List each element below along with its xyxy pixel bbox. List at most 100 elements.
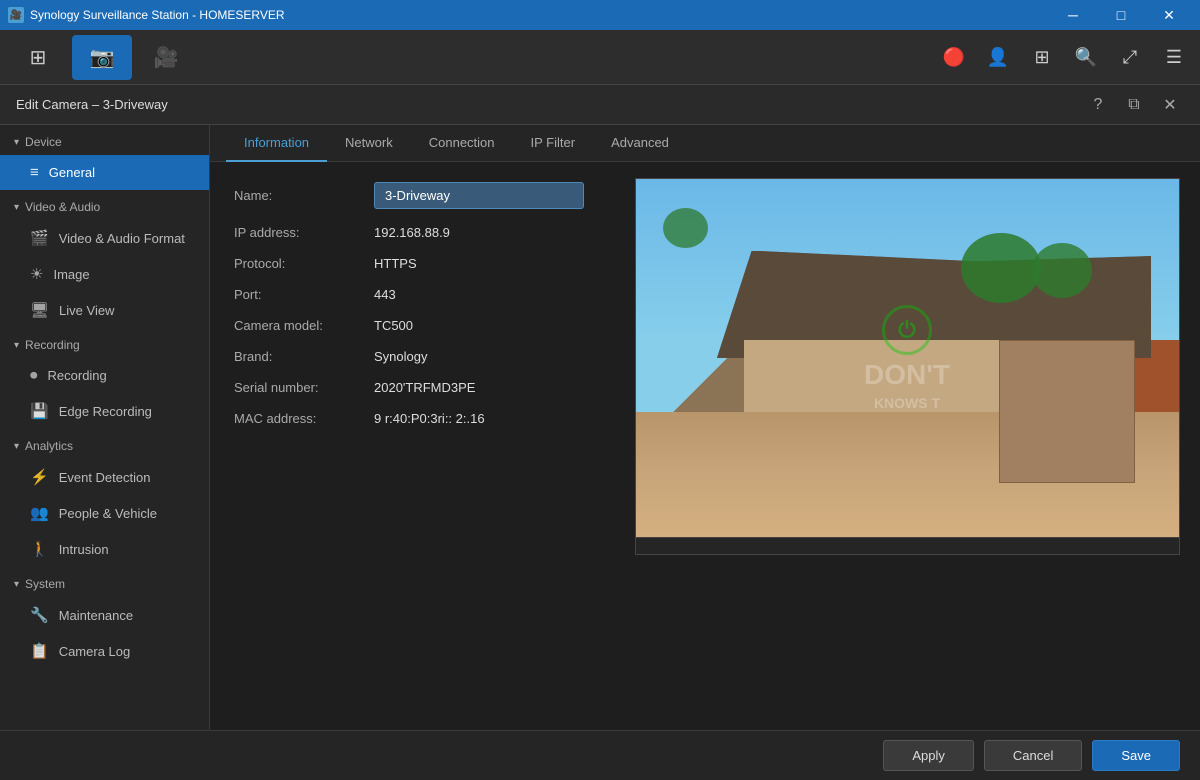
sidebar: ▾ Device ≡ General ▾ Video & Audio 🎬 Vid… bbox=[0, 125, 210, 730]
overview-icon: ⊞ bbox=[30, 45, 47, 70]
layout-button[interactable]: ⊞ bbox=[1024, 39, 1060, 75]
port-field-row: Port: 443 bbox=[234, 287, 606, 302]
camera-model-label: Camera model: bbox=[234, 318, 374, 333]
content-area: Information Network Connection IP Filter… bbox=[210, 125, 1200, 730]
sidebar-item-live-view[interactable]: 🖥 Live View bbox=[0, 292, 209, 328]
recording-section-label: Recording bbox=[25, 338, 80, 352]
protocol-value: HTTPS bbox=[374, 256, 417, 271]
mac-address-field-row: MAC address: 9 r:40:P0:3ri:: 2:.16 bbox=[234, 411, 606, 426]
sidebar-maintenance-label: Maintenance bbox=[59, 608, 133, 623]
people-vehicle-icon: 👥 bbox=[30, 504, 49, 522]
sidebar-item-video-audio-format[interactable]: 🎬 Video & Audio Format bbox=[0, 220, 209, 256]
maximize-button[interactable]: □ bbox=[1098, 0, 1144, 30]
preview-area: ⏻ DON'T KNOWS T bbox=[630, 162, 1200, 730]
titlebar-title: Synology Surveillance Station - HOMESERV… bbox=[30, 8, 285, 22]
video-audio-format-icon: 🎬 bbox=[30, 229, 49, 247]
event-detection-icon: ⚡ bbox=[30, 468, 49, 486]
sidebar-item-camera-log[interactable]: 📋 Camera Log bbox=[0, 633, 209, 669]
sidebar-section-analytics[interactable]: ▾ Analytics bbox=[0, 429, 209, 459]
camera-model-value: TC500 bbox=[374, 318, 413, 333]
intrusion-icon: 🚶 bbox=[30, 540, 49, 558]
name-field-row: Name: bbox=[234, 182, 606, 209]
account-icon: 👤 bbox=[987, 47, 1009, 68]
image-icon: ☀ bbox=[30, 265, 43, 283]
serial-number-field-row: Serial number: 2020'TRFMD3PE bbox=[234, 380, 606, 395]
tab-connection[interactable]: Connection bbox=[411, 125, 513, 162]
ip-address-value: 192.168.88.9 bbox=[374, 225, 450, 240]
sidebar-item-recording[interactable]: ⏺ Recording bbox=[0, 358, 209, 393]
toolbar: ⊞ 📷 🎥 🔴 👤 ⊞ 🔍 ⤢ ☰ bbox=[0, 30, 1200, 85]
tab-network[interactable]: Network bbox=[327, 125, 411, 162]
sidebar-section-system[interactable]: ▾ System bbox=[0, 567, 209, 597]
form-and-preview: Name: IP address: 192.168.88.9 Protocol:… bbox=[210, 162, 1200, 730]
sidebar-recording-label: Recording bbox=[48, 368, 107, 383]
search-button[interactable]: 🔍 bbox=[1068, 39, 1104, 75]
form-section: Name: IP address: 192.168.88.9 Protocol:… bbox=[210, 162, 630, 730]
name-input[interactable] bbox=[374, 182, 584, 209]
sidebar-section-video-audio[interactable]: ▾ Video & Audio bbox=[0, 190, 209, 220]
mac-address-value: 9 r:40:P0:3ri:: 2:.16 bbox=[374, 411, 485, 426]
titlebar-left: 🎥 Synology Surveillance Station - HOMESE… bbox=[8, 7, 285, 23]
sidebar-item-intrusion[interactable]: 🚶 Intrusion bbox=[0, 531, 209, 567]
recording-icon: ⏺ bbox=[30, 367, 38, 384]
sidebar-item-event-detection[interactable]: ⚡ Event Detection bbox=[0, 459, 209, 495]
ip-address-field-row: IP address: 192.168.88.9 bbox=[234, 225, 606, 240]
save-button[interactable]: Save bbox=[1092, 740, 1180, 771]
sidebar-people-vehicle-label: People & Vehicle bbox=[59, 506, 157, 521]
account-button[interactable]: 👤 bbox=[980, 39, 1016, 75]
sidebar-item-edge-recording[interactable]: 💾 Edge Recording bbox=[0, 393, 209, 429]
tab-information[interactable]: Information bbox=[226, 125, 327, 162]
search-icon: 🔍 bbox=[1075, 47, 1097, 68]
fullscreen-button[interactable]: ⤢ bbox=[1112, 39, 1148, 75]
sidebar-item-people-vehicle[interactable]: 👥 People & Vehicle bbox=[0, 495, 209, 531]
menu-icon: ☰ bbox=[1166, 47, 1182, 68]
edit-header-title: Edit Camera – 3-Driveway bbox=[16, 97, 168, 112]
serial-number-value: 2020'TRFMD3PE bbox=[374, 380, 475, 395]
sidebar-general-label: General bbox=[49, 165, 95, 180]
sidebar-intrusion-label: Intrusion bbox=[59, 542, 109, 557]
app-icon: 🎥 bbox=[8, 7, 24, 23]
titlebar-controls[interactable]: ─ □ ✕ bbox=[1050, 0, 1192, 30]
toolbar-fisheye-button[interactable]: 🎥 bbox=[136, 35, 196, 80]
brand-value: Synology bbox=[374, 349, 427, 364]
help-button[interactable]: ? bbox=[1084, 91, 1112, 119]
camera-model-field-row: Camera model: TC500 bbox=[234, 318, 606, 333]
main-layout: ▾ Device ≡ General ▾ Video & Audio 🎬 Vid… bbox=[0, 125, 1200, 730]
sidebar-section-device[interactable]: ▾ Device bbox=[0, 125, 209, 155]
sidebar-item-maintenance[interactable]: 🔧 Maintenance bbox=[0, 597, 209, 633]
close-panel-button[interactable]: ✕ bbox=[1156, 91, 1184, 119]
restore-button[interactable]: ⧉ bbox=[1120, 91, 1148, 119]
sidebar-item-general[interactable]: ≡ General bbox=[0, 155, 209, 190]
tab-advanced[interactable]: Advanced bbox=[593, 125, 687, 162]
menu-button[interactable]: ☰ bbox=[1156, 39, 1192, 75]
port-label: Port: bbox=[234, 287, 374, 302]
sidebar-section-recording[interactable]: ▾ Recording bbox=[0, 328, 209, 358]
toolbar-camera-button[interactable]: 📷 bbox=[72, 35, 132, 80]
camera-log-icon: 📋 bbox=[30, 642, 49, 660]
titlebar: 🎥 Synology Surveillance Station - HOMESE… bbox=[0, 0, 1200, 30]
edit-header-actions: ? ⧉ ✕ bbox=[1084, 91, 1184, 119]
ip-address-label: IP address: bbox=[234, 225, 374, 240]
garage-bg bbox=[999, 340, 1135, 483]
toolbar-left: ⊞ 📷 🎥 bbox=[8, 35, 196, 80]
apply-button[interactable]: Apply bbox=[883, 740, 974, 771]
profile-button[interactable]: 🔴 bbox=[936, 39, 972, 75]
sidebar-camera-log-label: Camera Log bbox=[59, 644, 131, 659]
general-icon: ≡ bbox=[30, 164, 39, 181]
sidebar-event-detection-label: Event Detection bbox=[59, 470, 151, 485]
analytics-section-label: Analytics bbox=[25, 439, 73, 453]
tabs: Information Network Connection IP Filter… bbox=[210, 125, 1200, 162]
edit-header: Edit Camera – 3-Driveway ? ⧉ ✕ bbox=[0, 85, 1200, 125]
cancel-button[interactable]: Cancel bbox=[984, 740, 1082, 771]
profile-icon: 🔴 bbox=[943, 47, 965, 68]
device-section-label: Device bbox=[25, 135, 62, 149]
minimize-button[interactable]: ─ bbox=[1050, 0, 1096, 30]
sidebar-item-image[interactable]: ☀ Image bbox=[0, 256, 209, 292]
brand-field-row: Brand: Synology bbox=[234, 349, 606, 364]
toolbar-overview-button[interactable]: ⊞ bbox=[8, 35, 68, 80]
bottom-bar: Apply Cancel Save bbox=[0, 730, 1200, 780]
close-window-button[interactable]: ✕ bbox=[1146, 0, 1192, 30]
video-audio-chevron-icon: ▾ bbox=[14, 202, 19, 213]
tab-ip-filter[interactable]: IP Filter bbox=[513, 125, 594, 162]
brand-label: Brand: bbox=[234, 349, 374, 364]
